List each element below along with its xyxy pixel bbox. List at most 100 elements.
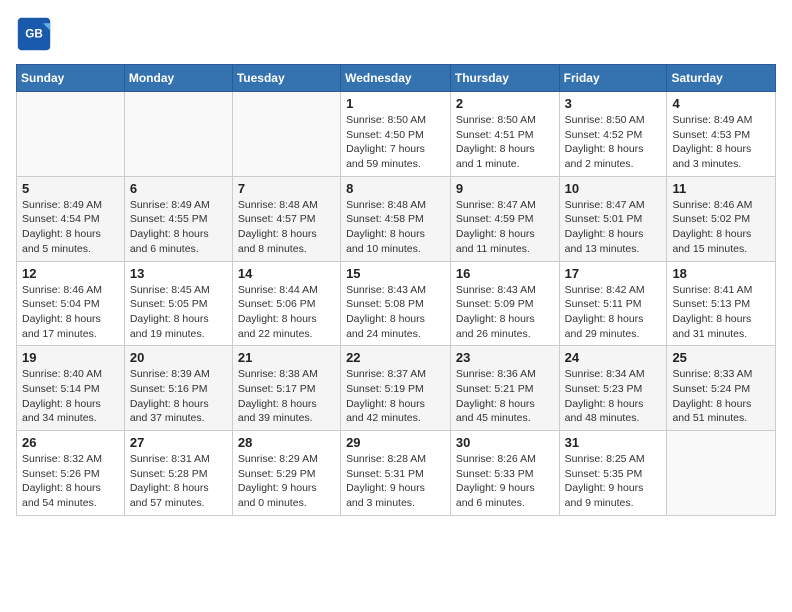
day-info: Sunrise: 8:28 AM Sunset: 5:31 PM Dayligh…: [346, 452, 445, 511]
day-info: Sunrise: 8:49 AM Sunset: 4:54 PM Dayligh…: [22, 198, 119, 257]
day-info: Sunrise: 8:33 AM Sunset: 5:24 PM Dayligh…: [672, 367, 770, 426]
day-cell: 2 Sunrise: 8:50 AM Sunset: 4:51 PM Daylig…: [450, 92, 559, 177]
day-number: 14: [238, 266, 335, 281]
day-number: 27: [130, 435, 227, 450]
week-row: 12 Sunrise: 8:46 AM Sunset: 5:04 PM Dayli…: [17, 261, 776, 346]
day-number: 7: [238, 181, 335, 196]
day-info: Sunrise: 8:44 AM Sunset: 5:06 PM Dayligh…: [238, 283, 335, 342]
day-info: Sunrise: 8:43 AM Sunset: 5:08 PM Dayligh…: [346, 283, 445, 342]
day-cell: 27 Sunrise: 8:31 AM Sunset: 5:28 PM Dayli…: [124, 431, 232, 516]
day-cell: 17 Sunrise: 8:42 AM Sunset: 5:11 PM Dayli…: [559, 261, 667, 346]
week-row: 5 Sunrise: 8:49 AM Sunset: 4:54 PM Daylig…: [17, 176, 776, 261]
day-number: 2: [456, 96, 554, 111]
day-number: 1: [346, 96, 445, 111]
day-cell: 13 Sunrise: 8:45 AM Sunset: 5:05 PM Dayli…: [124, 261, 232, 346]
day-number: 19: [22, 350, 119, 365]
day-cell: [124, 92, 232, 177]
day-info: Sunrise: 8:31 AM Sunset: 5:28 PM Dayligh…: [130, 452, 227, 511]
day-number: 22: [346, 350, 445, 365]
day-info: Sunrise: 8:36 AM Sunset: 5:21 PM Dayligh…: [456, 367, 554, 426]
day-info: Sunrise: 8:37 AM Sunset: 5:19 PM Dayligh…: [346, 367, 445, 426]
day-cell: 10 Sunrise: 8:47 AM Sunset: 5:01 PM Dayli…: [559, 176, 667, 261]
day-number: 5: [22, 181, 119, 196]
day-number: 6: [130, 181, 227, 196]
day-info: Sunrise: 8:50 AM Sunset: 4:50 PM Dayligh…: [346, 113, 445, 172]
day-number: 26: [22, 435, 119, 450]
weekday-header: Tuesday: [232, 65, 340, 92]
weekday-header: Wednesday: [341, 65, 451, 92]
week-row: 1 Sunrise: 8:50 AM Sunset: 4:50 PM Daylig…: [17, 92, 776, 177]
day-cell: 18Sunrise: 8:41 AM Sunset: 5:13 PM Dayli…: [667, 261, 776, 346]
day-number: 10: [565, 181, 662, 196]
day-info: Sunrise: 8:40 AM Sunset: 5:14 PM Dayligh…: [22, 367, 119, 426]
day-cell: 15 Sunrise: 8:43 AM Sunset: 5:08 PM Dayli…: [341, 261, 451, 346]
day-number: 21: [238, 350, 335, 365]
day-number: 13: [130, 266, 227, 281]
day-info: Sunrise: 8:43 AM Sunset: 5:09 PM Dayligh…: [456, 283, 554, 342]
day-cell: 31Sunrise: 8:25 AM Sunset: 5:35 PM Dayli…: [559, 431, 667, 516]
day-info: Sunrise: 8:50 AM Sunset: 4:52 PM Dayligh…: [565, 113, 662, 172]
day-info: Sunrise: 8:41 AM Sunset: 5:13 PM Dayligh…: [672, 283, 770, 342]
day-cell: 22 Sunrise: 8:37 AM Sunset: 5:19 PM Dayli…: [341, 346, 451, 431]
day-info: Sunrise: 8:47 AM Sunset: 4:59 PM Dayligh…: [456, 198, 554, 257]
day-cell: 6Sunrise: 8:49 AM Sunset: 4:55 PM Daylig…: [124, 176, 232, 261]
day-cell: [232, 92, 340, 177]
weekday-header: Friday: [559, 65, 667, 92]
day-number: 16: [456, 266, 554, 281]
week-row: 26 Sunrise: 8:32 AM Sunset: 5:26 PM Dayli…: [17, 431, 776, 516]
header: GB: [16, 16, 776, 52]
day-cell: [17, 92, 125, 177]
day-info: Sunrise: 8:45 AM Sunset: 5:05 PM Dayligh…: [130, 283, 227, 342]
day-info: Sunrise: 8:26 AM Sunset: 5:33 PM Dayligh…: [456, 452, 554, 511]
day-cell: 25 Sunrise: 8:33 AM Sunset: 5:24 PM Dayli…: [667, 346, 776, 431]
day-number: 17: [565, 266, 662, 281]
day-number: 15: [346, 266, 445, 281]
day-cell: 3Sunrise: 8:50 AM Sunset: 4:52 PM Daylig…: [559, 92, 667, 177]
week-row: 19 Sunrise: 8:40 AM Sunset: 5:14 PM Dayli…: [17, 346, 776, 431]
day-cell: 23Sunrise: 8:36 AM Sunset: 5:21 PM Dayli…: [450, 346, 559, 431]
day-cell: 8 Sunrise: 8:48 AM Sunset: 4:58 PM Daylig…: [341, 176, 451, 261]
day-info: Sunrise: 8:32 AM Sunset: 5:26 PM Dayligh…: [22, 452, 119, 511]
day-info: Sunrise: 8:46 AM Sunset: 5:02 PM Dayligh…: [672, 198, 770, 257]
day-number: 11: [672, 181, 770, 196]
day-info: Sunrise: 8:39 AM Sunset: 5:16 PM Dayligh…: [130, 367, 227, 426]
day-cell: 20 Sunrise: 8:39 AM Sunset: 5:16 PM Dayli…: [124, 346, 232, 431]
day-cell: 11 Sunrise: 8:46 AM Sunset: 5:02 PM Dayli…: [667, 176, 776, 261]
day-info: Sunrise: 8:49 AM Sunset: 4:53 PM Dayligh…: [672, 113, 770, 172]
day-info: Sunrise: 8:46 AM Sunset: 5:04 PM Dayligh…: [22, 283, 119, 342]
day-cell: 19 Sunrise: 8:40 AM Sunset: 5:14 PM Dayli…: [17, 346, 125, 431]
svg-text:GB: GB: [25, 28, 43, 41]
day-cell: 9Sunrise: 8:47 AM Sunset: 4:59 PM Daylig…: [450, 176, 559, 261]
day-cell: 24 Sunrise: 8:34 AM Sunset: 5:23 PM Dayli…: [559, 346, 667, 431]
day-info: Sunrise: 8:38 AM Sunset: 5:17 PM Dayligh…: [238, 367, 335, 426]
day-cell: 21 Sunrise: 8:38 AM Sunset: 5:17 PM Dayli…: [232, 346, 340, 431]
weekday-header: Monday: [124, 65, 232, 92]
day-cell: 7 Sunrise: 8:48 AM Sunset: 4:57 PM Daylig…: [232, 176, 340, 261]
weekday-header: Sunday: [17, 65, 125, 92]
day-number: 20: [130, 350, 227, 365]
day-cell: 1 Sunrise: 8:50 AM Sunset: 4:50 PM Daylig…: [341, 92, 451, 177]
day-info: Sunrise: 8:47 AM Sunset: 5:01 PM Dayligh…: [565, 198, 662, 257]
day-cell: 12 Sunrise: 8:46 AM Sunset: 5:04 PM Dayli…: [17, 261, 125, 346]
day-cell: 5 Sunrise: 8:49 AM Sunset: 4:54 PM Daylig…: [17, 176, 125, 261]
day-number: 12: [22, 266, 119, 281]
day-cell: 14 Sunrise: 8:44 AM Sunset: 5:06 PM Dayli…: [232, 261, 340, 346]
weekday-header: Thursday: [450, 65, 559, 92]
day-number: 31: [565, 435, 662, 450]
day-cell: [667, 431, 776, 516]
day-cell: 26 Sunrise: 8:32 AM Sunset: 5:26 PM Dayli…: [17, 431, 125, 516]
day-info: Sunrise: 8:48 AM Sunset: 4:57 PM Dayligh…: [238, 198, 335, 257]
day-cell: 29 Sunrise: 8:28 AM Sunset: 5:31 PM Dayli…: [341, 431, 451, 516]
day-cell: 30Sunrise: 8:26 AM Sunset: 5:33 PM Dayli…: [450, 431, 559, 516]
day-info: Sunrise: 8:50 AM Sunset: 4:51 PM Dayligh…: [456, 113, 554, 172]
logo-icon: GB: [16, 16, 52, 52]
day-info: Sunrise: 8:42 AM Sunset: 5:11 PM Dayligh…: [565, 283, 662, 342]
day-info: Sunrise: 8:48 AM Sunset: 4:58 PM Dayligh…: [346, 198, 445, 257]
day-number: 25: [672, 350, 770, 365]
weekday-header: Saturday: [667, 65, 776, 92]
day-number: 24: [565, 350, 662, 365]
day-number: 8: [346, 181, 445, 196]
day-number: 4: [672, 96, 770, 111]
day-info: Sunrise: 8:34 AM Sunset: 5:23 PM Dayligh…: [565, 367, 662, 426]
day-number: 29: [346, 435, 445, 450]
